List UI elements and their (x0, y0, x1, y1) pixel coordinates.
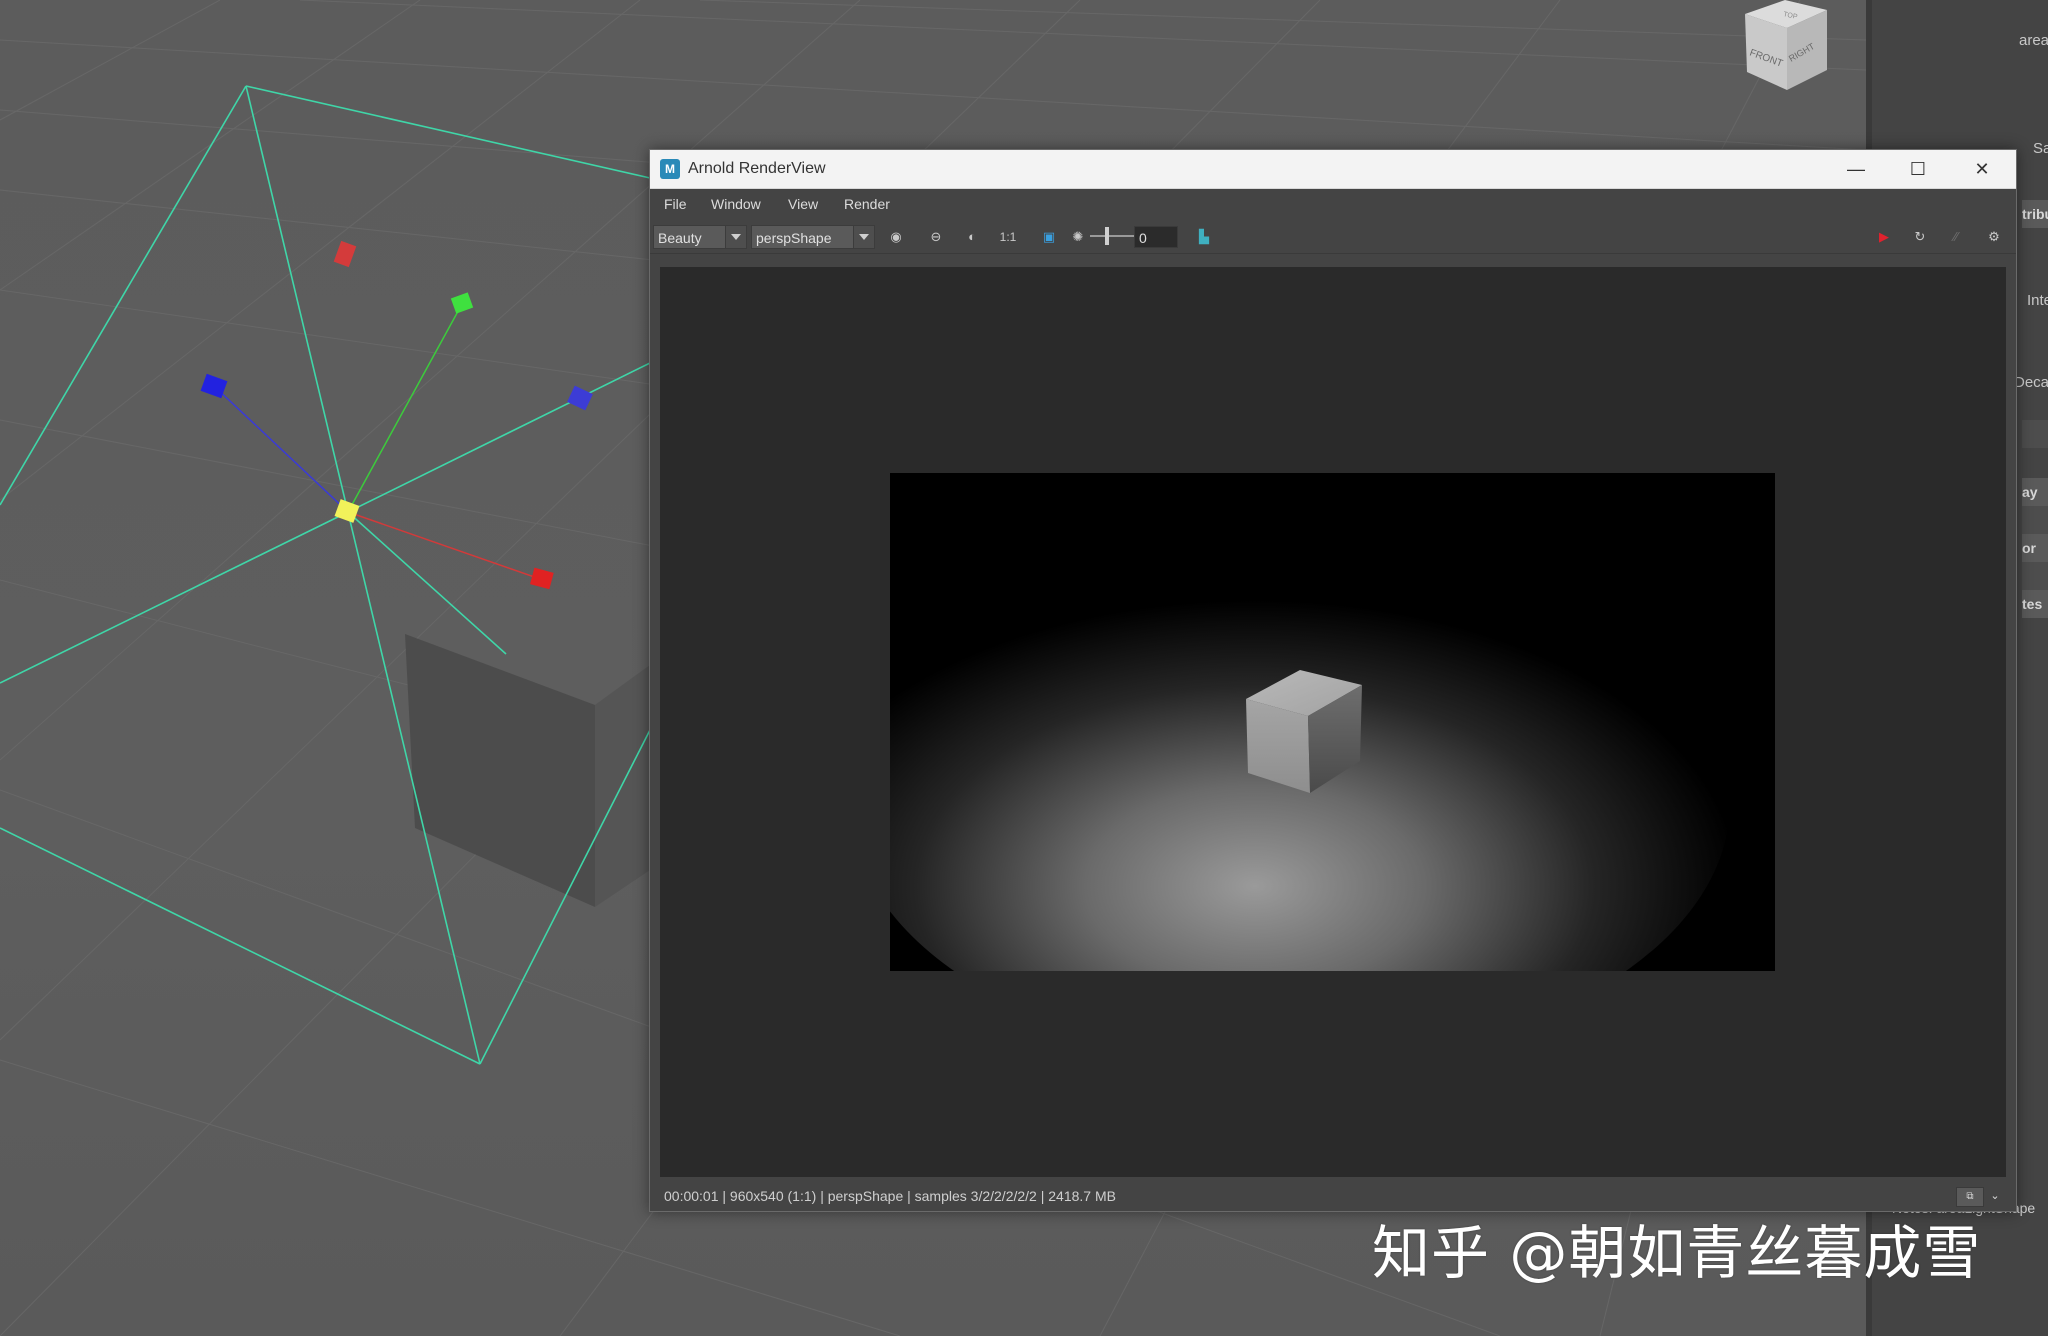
camera-dropdown[interactable]: perspShape (751, 225, 875, 249)
viewport-cube-right-face (595, 665, 650, 907)
one-to-one-button[interactable]: 1:1 (998, 227, 1018, 247)
axis-x-handle (530, 567, 554, 590)
chevron-down-icon (725, 226, 746, 248)
color-correct-icon[interactable]: ◐ (962, 227, 982, 247)
region-select-icon[interactable]: ▣ (1039, 227, 1059, 247)
attr-section-1[interactable] (2022, 420, 2048, 448)
attr-label-intensity: Inte (2027, 292, 2048, 309)
menu-window[interactable]: Window (711, 196, 761, 212)
maya-app-icon: M (660, 159, 680, 179)
rgb-channels-icon[interactable]: ◉ (886, 227, 906, 247)
menubar: File Window View Render (650, 189, 2016, 219)
axis-y-handle (450, 292, 474, 314)
snapshot-icon[interactable]: ▙ (1194, 227, 1214, 247)
ipr-disabled-icon[interactable]: ⁄⁄ (1946, 227, 1966, 247)
refresh-icon[interactable]: ↻ (1910, 227, 1930, 247)
attr-section-attributes-label: tribu (2022, 206, 2048, 222)
gear-icon[interactable]: ⚙ (1984, 227, 2004, 247)
attr-section-3[interactable] (2022, 506, 2048, 534)
axis-z-line (213, 385, 349, 513)
view-cube[interactable]: TOP FRONT RIGHT (1735, 0, 1835, 95)
exposure-slider-handle[interactable] (1105, 227, 1109, 245)
exposure-input[interactable]: 0 (1134, 226, 1178, 248)
attr-label-sa: Sa (2033, 140, 2048, 157)
attr-label-decay: Decay (2014, 374, 2048, 391)
renderview-toolbar: Beauty perspShape ◉ ⊖ ◐ 1:1 ▣ ✺ 0 ▙ ▶ ↻ … (650, 219, 2016, 254)
chevron-down-icon (853, 226, 874, 248)
minimize-button[interactable]: — (1830, 154, 1882, 184)
attr-section-4-label: or (2022, 540, 2036, 556)
render-stop-icon[interactable]: ▶ (1874, 227, 1894, 247)
window-title: Arnold RenderView (688, 160, 826, 177)
axis-x-line (347, 511, 544, 581)
chevron-down-icon[interactable]: ⌄ (1986, 1187, 2004, 1205)
aov-dropdown[interactable]: Beauty (653, 225, 747, 249)
exposure-icon[interactable]: ✺ (1068, 227, 1088, 247)
render-display-area[interactable] (660, 267, 2006, 1177)
axis-y-line (347, 303, 463, 513)
light-red-marker (333, 240, 357, 268)
camera-dropdown-value: perspShape (756, 230, 832, 246)
light-blue-marker (567, 385, 593, 411)
attr-section-5[interactable] (2022, 562, 2048, 590)
watermark-text: 知乎 @朝如青丝暮成雪 (1372, 1219, 1982, 1287)
status-text: 00:00:01 | 960x540 (1:1) | perspShape | … (664, 1188, 1116, 1204)
menu-render[interactable]: Render (844, 196, 890, 212)
aov-dropdown-value: Beauty (658, 230, 702, 246)
lut-icon[interactable]: ⊖ (926, 227, 946, 247)
attr-section-6-label: tes (2022, 596, 2043, 612)
attr-section-2-label: ay (2022, 484, 2038, 500)
attr-label-areal: areaL (2019, 32, 2048, 49)
menu-file[interactable]: File (664, 196, 687, 212)
status-toggle-button[interactable]: ⧉ (1956, 1187, 1984, 1207)
menu-view[interactable]: View (788, 196, 818, 212)
arnold-renderview-window[interactable]: M Arnold RenderView — ☐ ✕ File Window Vi… (649, 149, 2017, 1212)
window-titlebar[interactable]: M Arnold RenderView — ☐ ✕ (650, 150, 2016, 189)
render-image (890, 473, 1775, 971)
viewport-cube-left-face (405, 634, 595, 907)
maximize-button[interactable]: ☐ (1892, 154, 1944, 184)
close-button[interactable]: ✕ (1956, 154, 2008, 184)
